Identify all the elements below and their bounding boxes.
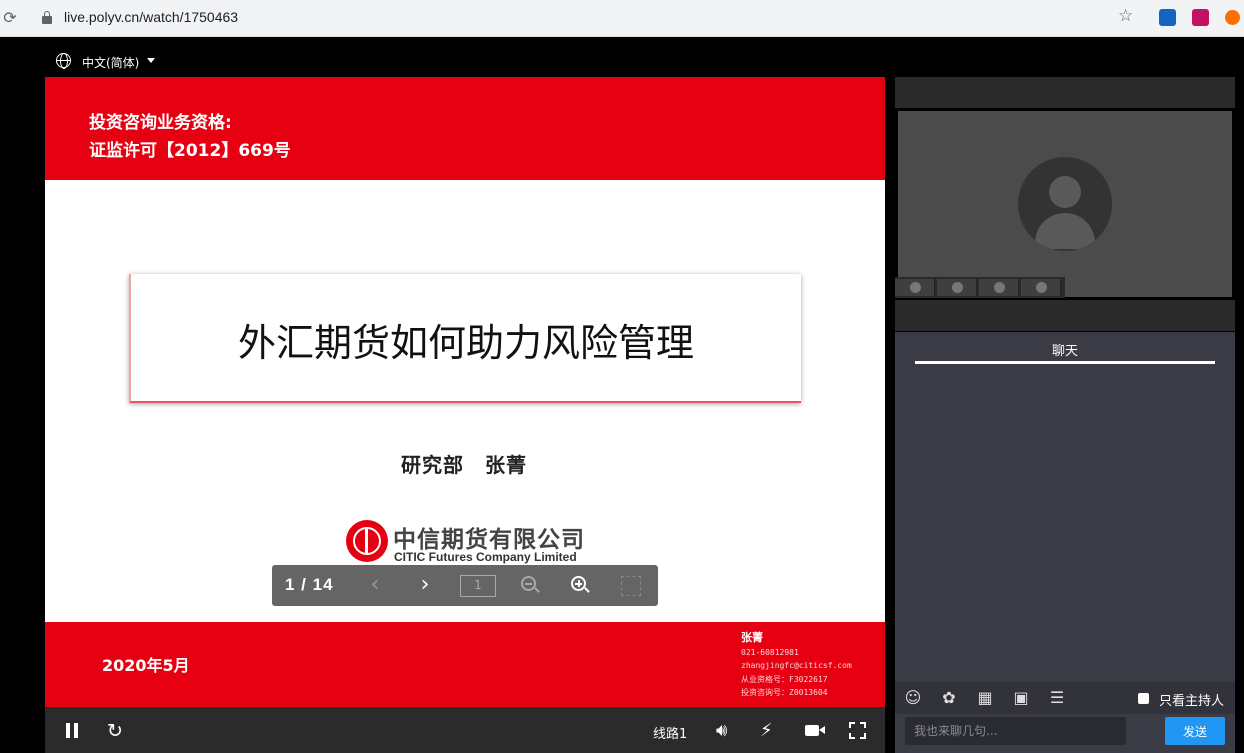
- lock-icon: [42, 11, 52, 24]
- pause-icon[interactable]: [65, 723, 79, 738]
- bookmark-star-icon[interactable]: ☆: [1118, 6, 1133, 26]
- globe-icon[interactable]: [56, 53, 71, 69]
- page-control-bar: 1 / 14 ‹ › 1: [272, 565, 658, 606]
- browser-toolbar: ⟳ live.polyv.cn/watch/1750463 ☆: [0, 0, 1244, 37]
- url-text: live.polyv.cn/watch/1750463: [64, 9, 239, 25]
- slide-title: 外汇期货如何助力风险管理: [237, 321, 694, 365]
- presentation-slide: 投资咨询业务资格: 证监许可【2012】669号 外汇期货如何助力风险管理 研究…: [45, 77, 885, 707]
- next-page-icon[interactable]: ›: [412, 573, 438, 599]
- company-name-en: CITIC Futures Company Limited: [394, 550, 577, 564]
- extension-icon[interactable]: [1192, 9, 1209, 26]
- participant-thumbnail[interactable]: [979, 279, 1019, 296]
- notice-icon[interactable]: ☰: [1048, 689, 1066, 707]
- slide-header-band: 投资咨询业务资格: 证监许可【2012】669号: [45, 77, 885, 180]
- participant-thumbnail[interactable]: [1021, 279, 1061, 296]
- slide-title-box: 外汇期货如何助力风险管理: [129, 274, 801, 403]
- fullscreen-icon[interactable]: [849, 722, 866, 739]
- presenter-video[interactable]: [898, 111, 1232, 297]
- contact-name: 张菁: [741, 631, 763, 644]
- language-bar: 中文(简体): [0, 37, 1244, 77]
- contact-advisor-no: 投资咨询号：Z0013604: [741, 688, 828, 697]
- bitrate-icon[interactable]: ⚡︎: [760, 720, 773, 741]
- participant-thumbnail[interactable]: [937, 279, 977, 296]
- reload-icon[interactable]: ⟳: [0, 8, 20, 28]
- zoom-out-icon[interactable]: [521, 576, 540, 595]
- tab-chat[interactable]: 聊天: [895, 340, 1235, 359]
- presenter-text: 研究部 张菁: [401, 453, 527, 477]
- line-selector[interactable]: 线路1: [653, 723, 687, 742]
- fit-page-icon[interactable]: [621, 576, 641, 596]
- participant-thumbnail[interactable]: [895, 279, 935, 296]
- player-controls: ↻ 线路1 🔊︎ ⚡︎: [45, 707, 885, 753]
- contact-phone: 021-60812981: [741, 648, 799, 657]
- chat-panel: 聊天 ☺ ✿ ▦ ▣ ☰ 只看主持人 发送: [895, 332, 1235, 753]
- camera-icon[interactable]: [805, 725, 825, 736]
- tab-active-indicator: [915, 361, 1215, 364]
- contact-email: zhangjingfc@citicsf.com: [741, 661, 852, 670]
- address-bar[interactable]: live.polyv.cn/watch/1750463: [30, 4, 1150, 32]
- slide-date: 2020年5月: [102, 656, 190, 675]
- license-text: 证监许可【2012】669号: [89, 141, 291, 161]
- volume-icon[interactable]: 🔊︎: [716, 720, 727, 741]
- page-counter: 1 / 14: [285, 575, 334, 594]
- image-icon[interactable]: ▣: [1012, 689, 1030, 707]
- language-selector[interactable]: 中文(简体): [82, 54, 139, 71]
- emoji-icon[interactable]: ☺: [904, 689, 922, 707]
- chat-input[interactable]: [905, 717, 1126, 745]
- company-name-cn: 中信期货有限公司: [393, 526, 585, 553]
- flower-icon[interactable]: ✿: [940, 689, 958, 707]
- host-only-checkbox[interactable]: [1138, 693, 1149, 704]
- page-number-input[interactable]: 1: [460, 575, 496, 597]
- chat-toolbar: ☺ ✿ ▦ ▣ ☰ 只看主持人: [895, 682, 1235, 714]
- slide-footer-band: 2020年5月 张菁 021-60812981 zhangjingfc@citi…: [45, 622, 885, 707]
- extension-icon[interactable]: [1159, 9, 1176, 26]
- caret-down-icon[interactable]: [147, 58, 155, 63]
- contact-license: 从业资格号：F3022617: [741, 675, 828, 684]
- host-only-label[interactable]: 只看主持人: [1159, 690, 1224, 709]
- avatar-placeholder-icon: [1018, 157, 1112, 251]
- qualification-text: 投资咨询业务资格:: [89, 113, 232, 133]
- calendar-icon[interactable]: ▦: [976, 689, 994, 707]
- side-header-bar: [895, 77, 1235, 108]
- prev-page-icon[interactable]: ‹: [362, 573, 388, 599]
- side-divider-bar: [895, 300, 1235, 331]
- zoom-in-icon[interactable]: [571, 576, 590, 595]
- participant-thumbnails: [895, 277, 1065, 298]
- send-button[interactable]: 发送: [1165, 717, 1225, 745]
- refresh-icon[interactable]: ↻: [107, 720, 123, 742]
- citic-logo-icon: [346, 520, 388, 562]
- extension-icon[interactable]: [1225, 10, 1240, 25]
